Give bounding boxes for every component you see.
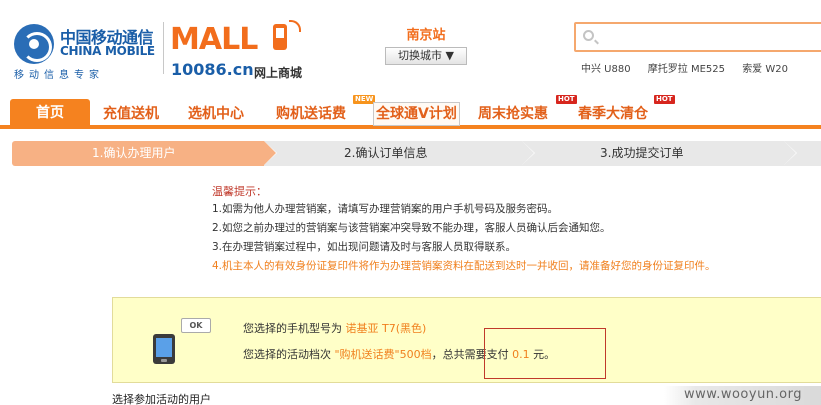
mall-site-name: 网上商城 bbox=[254, 66, 303, 80]
nav-item-label: 春季大清仓 bbox=[578, 106, 648, 122]
switch-city-button[interactable]: 切换城市 ▼ bbox=[385, 47, 467, 65]
signal-icon bbox=[289, 20, 301, 32]
china-mobile-slogan: 移动信息专家 bbox=[14, 70, 104, 81]
step-label: 3.成功提交订单 bbox=[600, 146, 684, 160]
tips-line-id-card-warning: 4.机主本人的有效身份证复印件将作为办理营销案资料在配送到达时一并收回，请准备好… bbox=[212, 260, 716, 272]
current-city: 南京站 bbox=[406, 28, 446, 43]
selected-phone-row: 您选择的手机型号为 诺基亚 T7(黑色) bbox=[243, 320, 426, 336]
hot-keyword-link[interactable]: 摩托罗拉 ME525 bbox=[648, 64, 725, 75]
hot-badge: HOT bbox=[556, 95, 577, 104]
handset-icon bbox=[153, 334, 175, 364]
tips-line: 3.在办理营销案过程中，如出现问题请及时与客服人员取得联系。 bbox=[212, 241, 517, 253]
ok-bubble: OK bbox=[181, 318, 211, 333]
selected-plan-name: "购机送话费"500档 bbox=[334, 348, 432, 361]
nav-item-buy-phone-credit[interactable]: 购机送话费 NEW bbox=[276, 95, 376, 126]
logo-divider bbox=[163, 22, 164, 74]
nav-item-label: 首页 bbox=[36, 105, 64, 121]
hot-badge: HOT bbox=[654, 95, 675, 104]
tips-line: 1.如需为他人办理营销案，请填写办理营销案的用户手机号码及服务密码。 bbox=[212, 203, 559, 215]
step-submit-order: 3.成功提交订单 bbox=[522, 141, 796, 166]
selection-summary: OK 您选择的手机型号为 诺基亚 T7(黑色) 您选择的活动档次 "购机送话费"… bbox=[112, 297, 821, 383]
mobile-phone-icon bbox=[273, 24, 287, 50]
highlight-annotation-box bbox=[484, 328, 606, 379]
nav-item-label: 周末抢实惠 bbox=[478, 106, 548, 122]
tips-line: 2.如您之前办理过的营销案与该营销案冲突导致不能办理，客服人员确认后会通知您。 bbox=[212, 222, 611, 234]
tips-title: 温馨提示： bbox=[212, 185, 267, 198]
search-box bbox=[574, 22, 821, 52]
nav-item-label: 选机中心 bbox=[188, 106, 244, 122]
nav-item-spring-clearance[interactable]: 春季大清仓 HOT bbox=[578, 95, 675, 126]
watermark-text: www.wooyun.org bbox=[684, 387, 803, 402]
nav-item-label: 全球通V计划 bbox=[376, 106, 457, 122]
city-selector: 南京站 切换城市 ▼ bbox=[384, 24, 468, 65]
hot-keyword-link[interactable]: 索爱 W20 bbox=[742, 64, 788, 75]
nav-item-label: 充值送机 bbox=[103, 106, 159, 122]
select-participating-user-label: 选择参加活动的用户 bbox=[112, 393, 211, 405]
nav-item-recharge-phone[interactable]: 充值送机 bbox=[103, 102, 159, 126]
search-icon[interactable] bbox=[583, 30, 594, 41]
order-progress-steps: 1.确认办理用户 2.确认订单信息 3.成功提交订单 bbox=[12, 141, 821, 166]
nav-item-global-v-plan[interactable]: 全球通V计划 bbox=[373, 102, 460, 126]
hot-keyword-link[interactable]: 中兴 U880 bbox=[581, 64, 631, 75]
watermark: www.wooyun.org bbox=[664, 386, 821, 405]
selected-phone-model: 诺基亚 T7(黑色) bbox=[345, 322, 427, 335]
warm-tips: 温馨提示： 1.如需为他人办理营销案，请填写办理营销案的用户手机号码及服务密码。… bbox=[212, 184, 812, 276]
nav-item-phone-center[interactable]: 选机中心 bbox=[188, 102, 244, 126]
mall-site-domain: 10086.cn bbox=[171, 60, 254, 79]
nav-item-weekend-deals[interactable]: 周末抢实惠 HOT bbox=[478, 95, 577, 126]
main-nav: 首页 充值送机 选机中心 购机送话费 NEW 全球通V计划 周末抢实惠 HOT … bbox=[0, 95, 821, 129]
mall-logo-word: MALL bbox=[170, 22, 258, 57]
selected-phone-prefix: 您选择的手机型号为 bbox=[243, 322, 342, 335]
step-confirm-user: 1.确认办理用户 bbox=[12, 141, 276, 166]
hot-keywords: 中兴 U880 摩托罗拉 ME525 索爱 W20 bbox=[581, 60, 802, 75]
china-mobile-logo-icon bbox=[14, 24, 54, 64]
china-mobile-name-en: CHINA MOBILE bbox=[60, 44, 155, 58]
nav-item-home[interactable]: 首页 bbox=[10, 99, 90, 129]
mall-logo[interactable]: MALL 10086.cn 网上商城 bbox=[170, 20, 310, 80]
selected-plan-prefix: 您选择的活动档次 bbox=[243, 348, 331, 361]
nav-item-label: 购机送话费 bbox=[276, 106, 346, 122]
step-label: 1.确认办理用户 bbox=[92, 146, 176, 160]
china-mobile-logo[interactable]: 中国移动通信 CHINA MOBILE 移动信息专家 bbox=[14, 22, 164, 81]
step-label: 2.确认订单信息 bbox=[344, 146, 428, 160]
step-confirm-order: 2.确认订单信息 bbox=[264, 141, 534, 166]
search-input[interactable] bbox=[600, 26, 815, 48]
